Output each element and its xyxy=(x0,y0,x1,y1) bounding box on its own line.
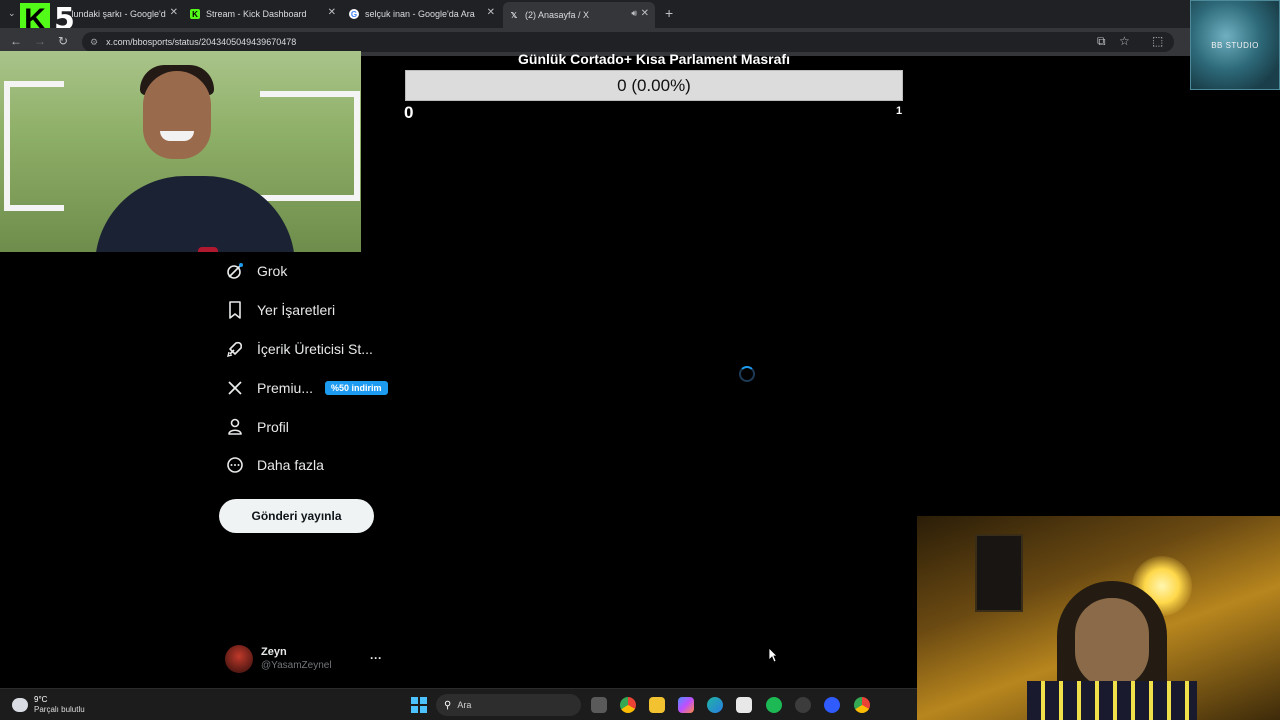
taskbar-search-placeholder: Ara xyxy=(457,700,472,710)
studio-badge: BB STUDIO xyxy=(1190,0,1280,90)
tab-title: (2) Anasayfa / X xyxy=(525,10,590,20)
goal-progress-bar: 0 (0.00%) xyxy=(405,70,903,101)
reload-icon[interactable]: ↻ xyxy=(58,34,68,48)
kick-icon: K xyxy=(190,9,200,19)
face xyxy=(143,71,211,159)
account-switcher[interactable]: Zeyn @YasamZeynel ··· xyxy=(225,645,385,675)
sidebar-item-label: Profil xyxy=(257,419,289,435)
tab-title: Stream - Kick Dashboard xyxy=(206,9,307,19)
url-text: x.com/bbosports/status/20434050494396704… xyxy=(106,37,297,47)
file-explorer-icon[interactable] xyxy=(649,697,665,713)
taskbar-search[interactable]: ⚲ Ara xyxy=(436,694,581,716)
edge-icon[interactable] xyxy=(707,697,723,713)
x-logo-icon xyxy=(225,378,245,398)
user-display-name: Zeyn xyxy=(261,646,287,658)
more-circle-icon xyxy=(225,455,245,475)
account-more-button[interactable]: ··· xyxy=(370,651,382,665)
post-button[interactable]: Gönderi yayınla xyxy=(219,499,374,533)
premium-discount-badge: %50 indirim xyxy=(325,381,388,395)
sidebar-item-profile[interactable]: Profil xyxy=(225,414,289,440)
taskbar: 9°C Parçalı bulutlu ⚲ Ara xyxy=(0,688,917,720)
goal-progress-text: 0 (0.00%) xyxy=(617,75,691,95)
tab-x-home[interactable]: 𝕏 (2) Anasayfa / X 🔊︎ ✕ xyxy=(503,2,655,28)
copilot-icon[interactable] xyxy=(678,697,694,713)
goal-post xyxy=(4,81,64,211)
ea-icon[interactable] xyxy=(824,697,840,713)
goal-min-label: 0 xyxy=(404,103,414,122)
extensions-icon[interactable]: ⬚ xyxy=(1152,34,1163,48)
wall-tv xyxy=(975,534,1023,612)
address-bar[interactable]: ⚙︎ x.com/bbosports/status/20434050494396… xyxy=(82,32,1174,52)
sidebar-item-grok[interactable]: Grok xyxy=(225,258,287,284)
back-icon[interactable]: ← xyxy=(10,34,22,48)
bookmark-star-icon[interactable]: ☆ xyxy=(1119,34,1130,48)
webcam-overlay xyxy=(917,516,1280,720)
rocket-icon xyxy=(225,339,245,359)
grok-icon xyxy=(225,261,245,281)
close-icon[interactable]: ✕ xyxy=(328,7,336,18)
mouse-cursor-icon xyxy=(768,647,778,663)
user-handle: @YasamZeynel xyxy=(261,660,332,671)
sidebar-item-bookmarks[interactable]: Yer İşaretleri xyxy=(225,297,335,323)
forward-icon[interactable]: → xyxy=(34,34,46,48)
new-tab-button[interactable]: + xyxy=(665,5,673,21)
search-icon: ⚲ xyxy=(444,699,452,711)
weather-condition: Parçalı bulutlu xyxy=(34,705,85,714)
x-icon: 𝕏 xyxy=(510,10,518,20)
sidebar-item-label: Grok xyxy=(257,263,288,279)
avatar xyxy=(225,645,253,673)
sidebar-item-label: Daha fazla xyxy=(257,457,324,473)
goal-title: Günlük Cortado+ Kısa Parlament Masrafı xyxy=(518,51,790,67)
site-info-icon[interactable]: ⚙︎ xyxy=(90,37,98,48)
spotify-icon[interactable] xyxy=(766,697,782,713)
speaker-icon[interactable]: 🔊︎ xyxy=(631,8,637,19)
goal-post xyxy=(260,91,360,201)
chrome-icon[interactable] xyxy=(620,697,636,713)
goal-max-label: 1 xyxy=(896,105,903,117)
windows-start-icon[interactable] xyxy=(411,697,427,713)
google-icon: G xyxy=(349,9,359,19)
weather-widget[interactable]: 9°C Parçalı bulutlu xyxy=(12,695,85,715)
sidebar-item-label: Premiu... xyxy=(257,380,314,396)
sidebar-item-label: Yer İşaretleri xyxy=(257,302,336,318)
cloud-sun-icon xyxy=(12,698,28,712)
bookmark-icon xyxy=(225,300,245,320)
person-icon xyxy=(225,417,245,437)
browser-tabstrip: ⌄ ...lundaki şarkı - Google'd ✕ K Stream… xyxy=(0,0,1280,28)
streamer-shirt xyxy=(1027,681,1197,720)
tab-kick-dashboard[interactable]: K Stream - Kick Dashboard ✕ xyxy=(190,4,336,24)
sidebar-item-more[interactable]: Daha fazla xyxy=(225,452,324,478)
store-icon[interactable] xyxy=(736,697,752,713)
sidebar-item-creator-studio[interactable]: İçerik Üreticisi St... xyxy=(225,336,373,362)
sidebar-item-premium[interactable]: Premiu... %50 indirim xyxy=(225,375,388,401)
close-icon[interactable]: ✕ xyxy=(641,8,649,19)
loading-spinner-icon xyxy=(739,366,755,382)
tab-google-search[interactable]: G selçuk inan - Google'da Ara ✕ xyxy=(349,4,495,24)
steam-icon[interactable] xyxy=(795,697,811,713)
studio-badge-label: BB STUDIO xyxy=(1211,40,1259,50)
tab-search-icon[interactable]: ⌄ xyxy=(8,8,16,19)
chrome-active-icon[interactable] xyxy=(854,697,870,713)
photo-overlay xyxy=(0,51,361,252)
club-crest xyxy=(198,247,218,252)
tab-title: selçuk inan - Google'da Ara xyxy=(365,9,475,19)
sidebar-item-label: İçerik Üreticisi St... xyxy=(257,341,373,357)
close-icon[interactable]: ✕ xyxy=(487,7,495,18)
smile xyxy=(160,131,194,141)
close-icon[interactable]: ✕ xyxy=(170,7,178,18)
install-app-icon[interactable]: ⧉ xyxy=(1097,34,1106,49)
streamer-face xyxy=(1075,598,1149,688)
task-view-icon[interactable] xyxy=(591,697,607,713)
weather-temp: 9°C xyxy=(34,695,48,704)
